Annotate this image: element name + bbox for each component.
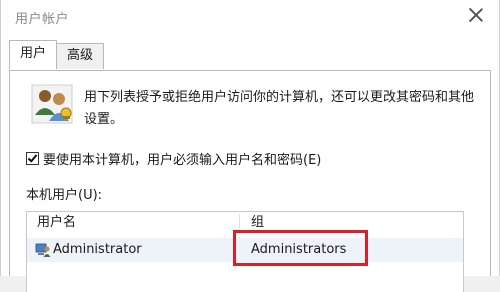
tab-users[interactable]: 用户: [9, 40, 58, 69]
column-username[interactable]: 用户名: [37, 212, 76, 234]
tab-strip: 用户 高级: [9, 40, 105, 69]
user-accounts-window: 用户帐户 用户 高级 用下列表授予或拒绝用户访问你的计算机，还可以更改其密码和其…: [0, 0, 500, 292]
require-login-option[interactable]: 要使用本计算机，用户必须输入用户名和密码(E): [26, 149, 321, 168]
users-icon: [31, 84, 73, 124]
description-text: 用下列表授予或拒绝用户访问你的计算机，还可以更改其密码和其他设置。: [84, 90, 475, 127]
highlight-box: [233, 230, 368, 266]
require-login-checkbox[interactable]: [26, 152, 39, 165]
user-icon: [35, 243, 51, 257]
close-icon[interactable]: [467, 6, 485, 24]
row-username: Administrator: [53, 242, 142, 257]
window-title: 用户帐户: [15, 12, 70, 27]
title-bar: 用户帐户: [1, 0, 499, 34]
local-users-label: 本机用户(U):: [26, 188, 103, 203]
require-login-label: 要使用本计算机，用户必须输入用户名和密码(E): [43, 153, 322, 168]
tab-advanced[interactable]: 高级: [56, 43, 105, 69]
